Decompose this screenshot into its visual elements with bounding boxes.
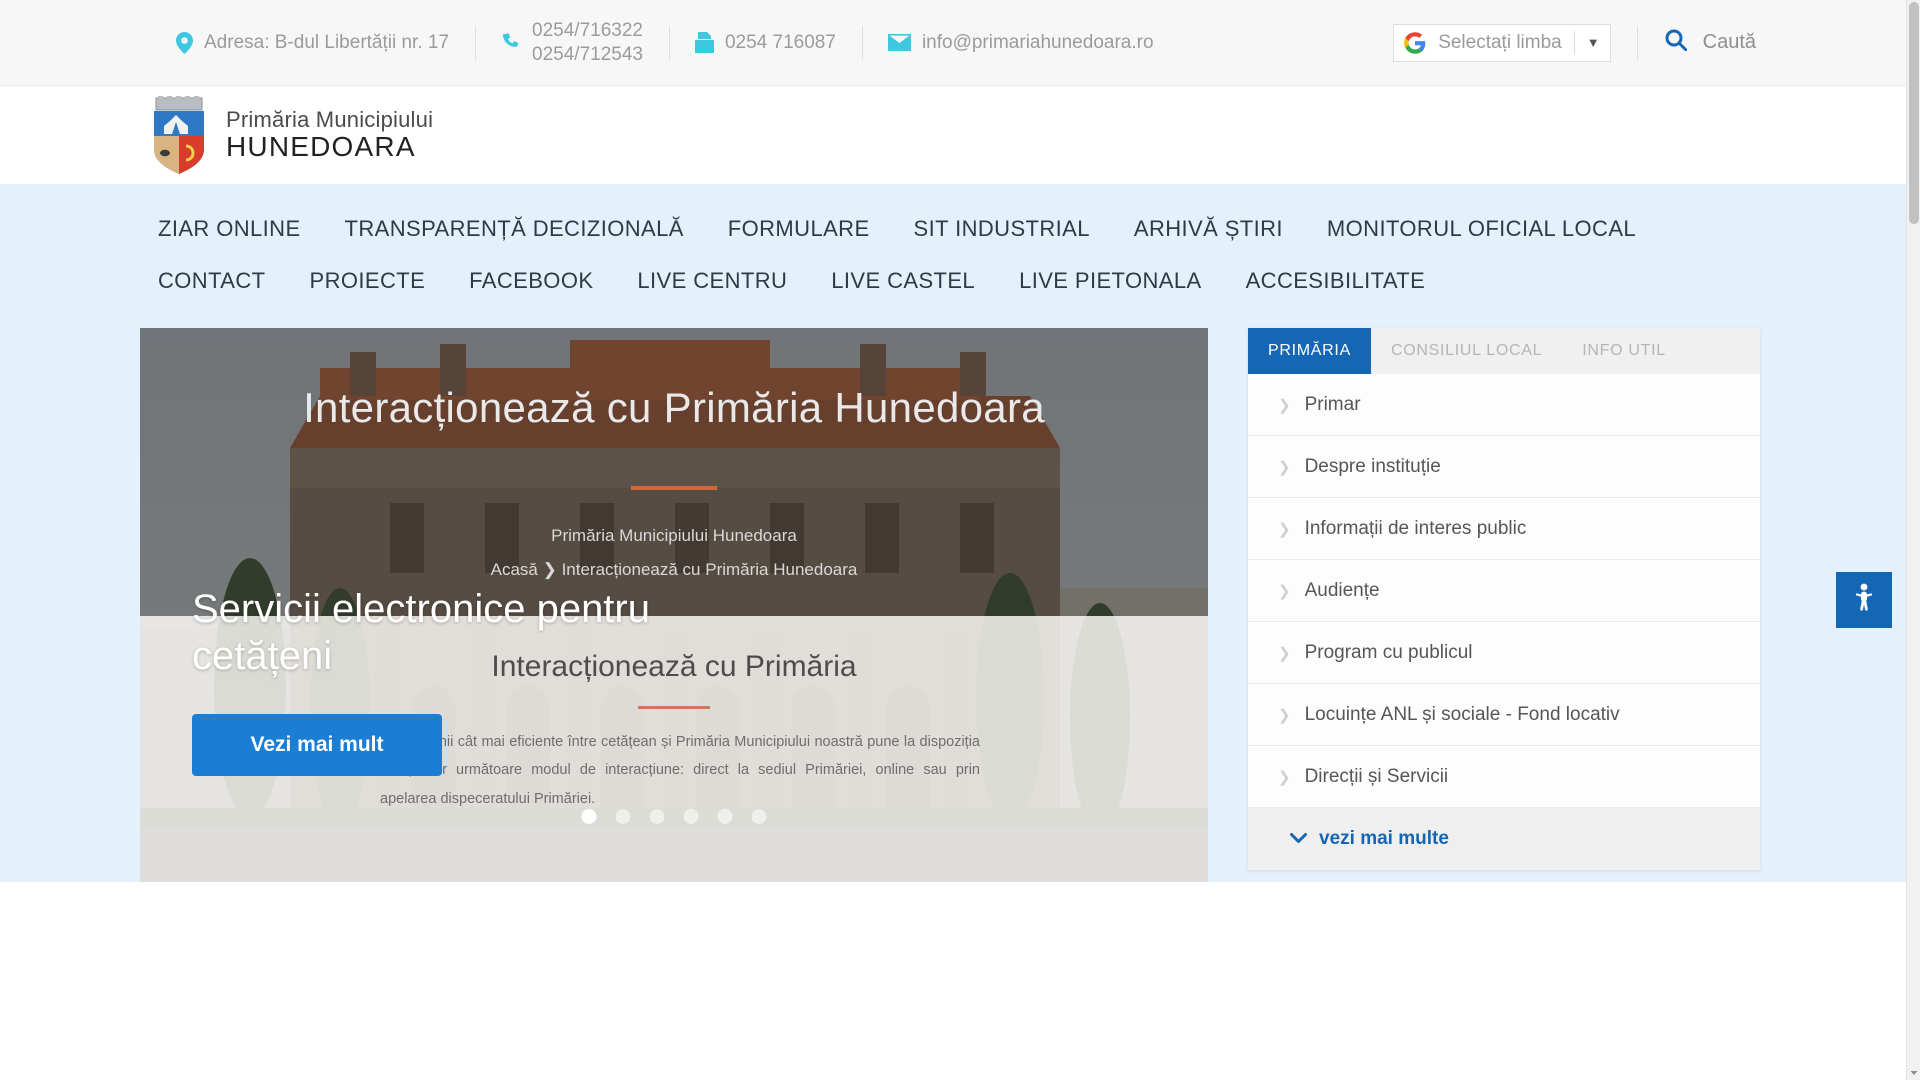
chevron-down-icon[interactable]: ▼: [1587, 35, 1600, 50]
chevron-right-icon: ❯: [1278, 768, 1291, 786]
sidebar-show-more-label: vezi mai multe: [1319, 828, 1449, 849]
brand-line-1: Primăria Municipiului: [226, 107, 434, 132]
hero-page-title: Interacționează cu Primăria Hunedoara: [303, 384, 1045, 431]
sidebar-item-label: Primar: [1304, 393, 1361, 415]
chevron-down-icon: [1290, 828, 1307, 850]
search-trigger[interactable]: Caută: [1637, 29, 1756, 56]
accessibility-icon: [1851, 583, 1877, 618]
sidebar-item-informatii-interes-public[interactable]: ❯ Informații de interes public: [1248, 498, 1760, 560]
sidebar-item-primar[interactable]: ❯ Primar: [1248, 374, 1760, 436]
nav-item-live-centru[interactable]: LIVE CENTRU: [615, 266, 809, 296]
brand-header: Primăria Municipiului HUNEDOARA: [0, 86, 1906, 184]
sidebar-item-label: Despre instituție: [1304, 455, 1441, 477]
tab-consiliul-local[interactable]: CONSILIUL LOCAL: [1371, 328, 1562, 374]
sidebar-item-label: Informații de interes public: [1304, 517, 1527, 539]
nav-item-monitorul-oficial-local[interactable]: MONITORUL OFICIAL LOCAL: [1305, 214, 1658, 244]
coat-of-arms-icon[interactable]: [150, 96, 208, 174]
sidebar-item-program-cu-publicul[interactable]: ❯ Program cu publicul: [1248, 622, 1760, 684]
sidebar-item-label: Audiențe: [1304, 579, 1380, 601]
hero-slider[interactable]: Interacționează cu Primăria Hunedoara Pr…: [140, 328, 1208, 882]
tab-info-util[interactable]: INFO UTIL: [1562, 328, 1686, 374]
sidebar-show-more[interactable]: vezi mai multe: [1248, 808, 1760, 870]
chevron-right-icon: ❯: [1278, 458, 1291, 476]
hero-site-name: Primăria Municipiului Hunedoara: [551, 526, 797, 545]
email-text: info@primariahunedoara.ro: [921, 31, 1154, 53]
fax-icon: [694, 32, 714, 53]
chevron-right-icon: ❯: [1278, 706, 1291, 724]
nav-item-transparenta-decizionala[interactable]: TRANSPARENȚĂ DECIZIONALĂ: [323, 214, 706, 244]
below-fold-zone: OBIECTIVE TURISTICE ‹ › SERVICII ONLINE: [0, 882, 1906, 1072]
phone-icon: [501, 32, 521, 53]
main-section: Interacționează cu Primăria Hunedoara Pr…: [0, 322, 1906, 882]
nav-item-arhiva-stiri[interactable]: ARHIVĂ ȘTIRI: [1112, 214, 1305, 244]
slider-dot-5[interactable]: [717, 809, 733, 824]
page-root: Adresa: B-dul Libertății nr. 17 0254/716…: [0, 0, 1920, 1080]
language-selector-item[interactable]: Selectați limba ▼: [1367, 23, 1636, 62]
chevron-right-icon: ❯: [1278, 582, 1291, 600]
language-select[interactable]: Selectați limba ▼: [1393, 23, 1611, 62]
sidebar-tabs: PRIMĂRIA CONSILIUL LOCAL INFO UTIL: [1248, 328, 1760, 374]
main-navigation: ZIAR ONLINE TRANSPARENȚĂ DECIZIONALĂ FOR…: [0, 184, 1906, 322]
sidebar-item-directii-si-servicii[interactable]: ❯ Direcții și Servicii: [1248, 746, 1760, 808]
phone-item: 0254/716322 0254/712543: [475, 19, 669, 67]
nav-row-1: ZIAR ONLINE TRANSPARENȚĂ DECIZIONALĂ FOR…: [0, 214, 1906, 244]
search-label: Caută: [1702, 31, 1756, 53]
breadcrumb[interactable]: Acasă ❯ Interacționează cu Primăria Hune…: [140, 560, 1208, 580]
nav-item-proiecte[interactable]: PROIECTE: [288, 266, 448, 296]
chevron-right-icon: ❯: [1278, 520, 1291, 538]
accessibility-widget-button[interactable]: [1836, 572, 1892, 628]
brand-line-2: HUNEDOARA: [226, 130, 416, 162]
chevron-right-icon: ❯: [1278, 644, 1291, 662]
nav-item-facebook[interactable]: FACEBOOK: [447, 266, 615, 296]
hero-slider-dots[interactable]: [581, 809, 767, 824]
phone-line-1: 0254/716322: [532, 19, 643, 41]
hero-slide-caption: Servicii electronice pentru cetățeni Vez…: [192, 586, 752, 777]
chevron-right-icon: ❯: [1278, 396, 1291, 414]
nav-item-ziar-online[interactable]: ZIAR ONLINE: [152, 214, 323, 244]
google-icon: [1404, 31, 1426, 54]
fax-number: 0254 716087: [724, 31, 836, 53]
phone-line-2: 0254/712543: [532, 43, 643, 65]
sidebar-item-label: Locuințe ANL și sociale - Fond locativ: [1304, 703, 1620, 725]
map-pin-icon: [176, 31, 193, 54]
sidebar-column: PRIMĂRIA CONSILIUL LOCAL INFO UTIL ❯ Pri…: [1248, 328, 1760, 882]
sidebar-item-despre-institutie[interactable]: ❯ Despre instituție: [1248, 436, 1760, 498]
fax-item: 0254 716087: [669, 32, 862, 54]
slider-dot-2[interactable]: [615, 809, 631, 824]
nav-item-live-castel[interactable]: LIVE CASTEL: [809, 266, 997, 296]
page-content: Adresa: B-dul Libertății nr. 17 0254/716…: [0, 0, 1906, 1080]
nav-item-contact[interactable]: CONTACT: [152, 266, 288, 296]
sidebar-item-label: Direcții și Servicii: [1304, 765, 1449, 787]
top-contact-bar: Adresa: B-dul Libertății nr. 17 0254/716…: [0, 0, 1906, 86]
vertical-scrollbar[interactable]: [1906, 0, 1920, 1080]
envelope-icon: [887, 34, 911, 51]
sidebar-item-locuinte-anl[interactable]: ❯ Locuințe ANL și sociale - Fond locativ: [1248, 684, 1760, 746]
scrollbar-down-arrow[interactable]: [1907, 1066, 1920, 1080]
nav-item-sit-industrial[interactable]: SIT INDUSTRIAL: [892, 214, 1112, 244]
sidebar-card: PRIMĂRIA CONSILIUL LOCAL INFO UTIL ❯ Pri…: [1248, 328, 1760, 870]
sidebar-item-audiente[interactable]: ❯ Audiențe: [1248, 560, 1760, 622]
search-icon[interactable]: [1665, 29, 1688, 56]
nav-item-accesibilitate[interactable]: ACCESIBILITATE: [1224, 266, 1448, 296]
address-text: Adresa: B-dul Libertății nr. 17: [204, 31, 450, 53]
address-item: Adresa: B-dul Libertății nr. 17: [150, 31, 475, 54]
nav-item-live-pietonala[interactable]: LIVE PIETONALA: [997, 266, 1224, 296]
slider-dot-3[interactable]: [649, 809, 665, 824]
phone-numbers: 0254/716322 0254/712543: [532, 19, 643, 67]
slider-dot-1[interactable]: [581, 809, 597, 824]
slider-dot-4[interactable]: [683, 809, 699, 824]
slider-dot-6[interactable]: [751, 809, 767, 824]
email-item[interactable]: info@primariahunedoara.ro: [862, 32, 1180, 54]
brand-text: Primăria Municipiului HUNEDOARA: [226, 108, 433, 162]
sidebar-item-label: Program cu publicul: [1304, 641, 1473, 663]
tab-primaria[interactable]: PRIMĂRIA: [1248, 328, 1371, 374]
hero-cta-button[interactable]: Vezi mai mult: [192, 714, 442, 777]
nav-row-2: CONTACT PROIECTE FACEBOOK LIVE CENTRU LI…: [0, 266, 1906, 296]
scrollbar-thumb[interactable]: [1909, 2, 1919, 224]
language-divider: [1573, 30, 1575, 55]
language-label: Selectați limba: [1438, 31, 1562, 53]
nav-item-formulare[interactable]: FORMULARE: [706, 214, 892, 244]
hero-title-rule: [631, 486, 717, 490]
hero-slide-title: Servicii electronice pentru cetățeni: [192, 587, 650, 679]
